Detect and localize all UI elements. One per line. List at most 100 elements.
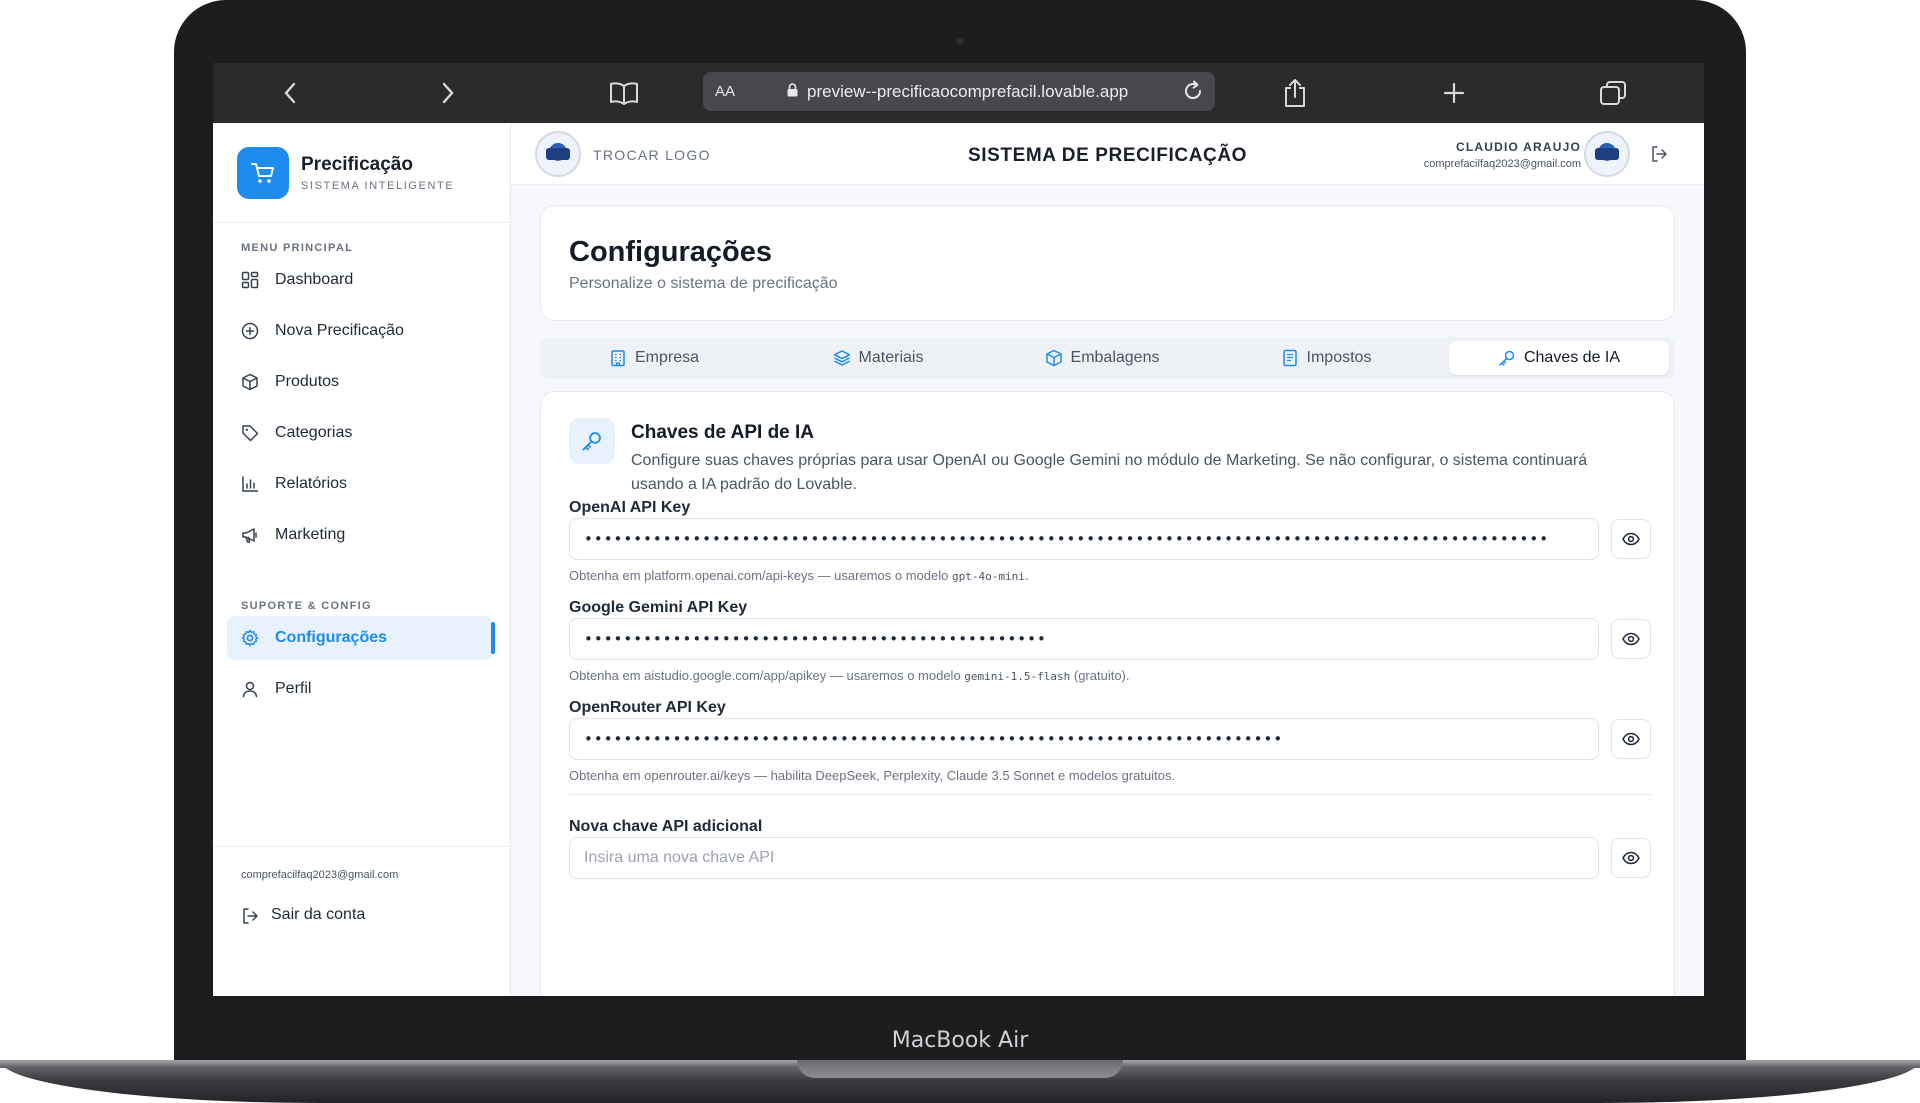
toggle-visibility-button[interactable] (1611, 519, 1651, 559)
additional-key-label: Nova chave API adicional (569, 818, 763, 835)
tab-label: Chaves de IA (1523, 349, 1621, 366)
share-icon (1285, 79, 1305, 107)
user-email: comprefacilfaq2023@gmail.com (241, 869, 399, 881)
address-bar[interactable]: AA preview--precificaocomprefacil.lovabl… (703, 72, 1215, 111)
text-size-button[interactable]: AA (715, 83, 735, 100)
divider (569, 794, 1651, 795)
hinge-notch (797, 1060, 1123, 1078)
reload-icon[interactable] (1181, 79, 1205, 103)
forward-button[interactable] (433, 77, 463, 109)
brand-subtitle: SISTEMA INTELIGENTE (301, 180, 455, 192)
bar-chart-icon (242, 476, 259, 492)
layers-icon (833, 350, 850, 366)
tabs-overview-button[interactable] (1598, 77, 1628, 109)
section-label-main: MENU PRINCIPAL (241, 242, 354, 254)
page-subtitle: Personalize o sistema de precificação (569, 275, 838, 292)
tab-label: Empresa (634, 349, 700, 366)
gemini-key-input[interactable]: ••••••••••••••••••••••••••••••••••••••••… (569, 618, 1599, 660)
sidebar-item-label: Marketing (275, 526, 346, 543)
key-icon (569, 418, 615, 464)
logout-icon[interactable] (1650, 145, 1668, 163)
toggle-visibility-button[interactable] (1611, 619, 1651, 659)
cart-logo-icon (237, 147, 289, 199)
logout-label: Sair da conta (271, 906, 366, 923)
openai-key-input[interactable]: ••••••••••••••••••••••••••••••••••••••••… (569, 518, 1599, 560)
page-header-card: Configurações Personalize o sistema de p… (540, 205, 1675, 321)
sidebar-item-label: Nova Precificação (275, 322, 404, 339)
screen: AA preview--precificaocomprefacil.lovabl… (213, 63, 1704, 996)
sidebar-item-label: Relatórios (275, 475, 348, 492)
key-icon (1499, 350, 1515, 366)
user-icon (242, 681, 258, 698)
app: Precificação SISTEMA INTELIGENTE MENU PR… (213, 123, 1704, 996)
sidebar-item-relatorios[interactable]: Relatórios (227, 462, 493, 506)
gear-icon (241, 629, 259, 647)
gemini-key-label: Google Gemini API Key (569, 599, 748, 616)
dashboard-icon (241, 271, 259, 289)
ai-keys-card: Chaves de API de IA Configure suas chave… (540, 391, 1675, 996)
package-icon (1045, 349, 1062, 367)
top-header: TROCAR LOGO SISTEMA DE PRECIFICAÇÃO CLAU… (511, 123, 1704, 185)
page-title: Configurações (569, 236, 773, 268)
tab-label: Materiais (858, 349, 924, 366)
sidebar-item-perfil[interactable]: Perfil (227, 667, 493, 711)
sidebar-item-nova-precificacao[interactable]: Nova Precificação (227, 309, 493, 353)
user-name: CLAUDIO ARAUJO (1455, 140, 1581, 154)
tag-icon (242, 425, 259, 442)
chevron-right-icon (442, 82, 454, 104)
additional-key-input[interactable]: Insira uma nova chave API (569, 837, 1599, 879)
toggle-visibility-button[interactable] (1611, 719, 1651, 759)
plus-circle-icon (241, 322, 259, 340)
tab-label: Embalagens (1070, 349, 1160, 366)
avatar[interactable] (1584, 131, 1630, 177)
section-description: Configure suas chaves próprias para usar… (631, 452, 1588, 493)
main-content: Configurações Personalize o sistema de p… (511, 185, 1704, 996)
sidebar-item-label: Produtos (275, 373, 340, 390)
tab-chaves-de-ia[interactable]: Chaves de IA (1449, 341, 1669, 375)
logout-button[interactable]: Sair da conta (227, 895, 493, 935)
brand-title: Precificação (301, 154, 413, 175)
box-icon (242, 373, 258, 391)
url-text: preview--precificaocomprefacil.lovable.a… (807, 81, 1129, 101)
section-title: Chaves de API de IA (631, 422, 815, 443)
tab-embalagens[interactable]: Embalagens (992, 341, 1212, 375)
bookmarks-button[interactable] (606, 77, 642, 109)
eye-icon (1622, 532, 1640, 546)
sidebar-item-label: Categorias (275, 424, 353, 441)
chevron-left-icon (284, 82, 296, 104)
openrouter-key-label: OpenRouter API Key (569, 699, 726, 716)
logout-icon (243, 908, 258, 924)
eye-icon (1622, 732, 1640, 746)
openrouter-key-input[interactable]: ••••••••••••••••••••••••••••••••••••••••… (569, 718, 1599, 760)
sidebar-item-dashboard[interactable]: Dashboard (227, 258, 493, 302)
gemini-help-text: Obtenha em aistudio.google.com/app/apike… (569, 668, 1130, 683)
eye-icon (1622, 632, 1640, 646)
openai-key-label: OpenAI API Key (569, 499, 691, 516)
sidebar-item-configuracoes[interactable]: Configurações (227, 616, 495, 660)
lock-icon (787, 83, 798, 97)
receipt-icon (1282, 349, 1297, 367)
eye-icon (1622, 851, 1640, 865)
tab-materiais[interactable]: Materiais (768, 341, 988, 375)
sidebar-footer: comprefacilfaq2023@gmail.com Sair da con… (213, 846, 511, 996)
building-icon (611, 350, 625, 367)
settings-tabs: Empresa Materiais Embalagens Impostos Ch… (540, 337, 1675, 379)
new-tab-button[interactable] (1439, 77, 1469, 109)
user-email: comprefacilfaq2023@gmail.com (1423, 158, 1581, 170)
sidebar-item-produtos[interactable]: Produtos (227, 360, 493, 404)
sidebar-item-categorias[interactable]: Categorias (227, 411, 493, 455)
tabs-icon (1600, 81, 1626, 105)
tab-impostos[interactable]: Impostos (1216, 341, 1436, 375)
sidebar-item-label: Configurações (275, 629, 388, 646)
section-label-support: SUPORTE & CONFIG (241, 600, 372, 612)
back-button[interactable] (275, 77, 305, 109)
book-icon (610, 82, 638, 105)
share-button[interactable] (1280, 77, 1310, 109)
toggle-visibility-button[interactable] (1611, 838, 1651, 878)
sidebar-item-label: Perfil (275, 680, 312, 697)
sidebar-item-marketing[interactable]: Marketing (227, 513, 493, 557)
camera (956, 37, 964, 45)
tab-label: Impostos (1306, 349, 1372, 366)
tab-empresa[interactable]: Empresa (544, 341, 764, 375)
openrouter-help-text: Obtenha em openrouter.ai/keys — habilita… (569, 768, 1176, 783)
